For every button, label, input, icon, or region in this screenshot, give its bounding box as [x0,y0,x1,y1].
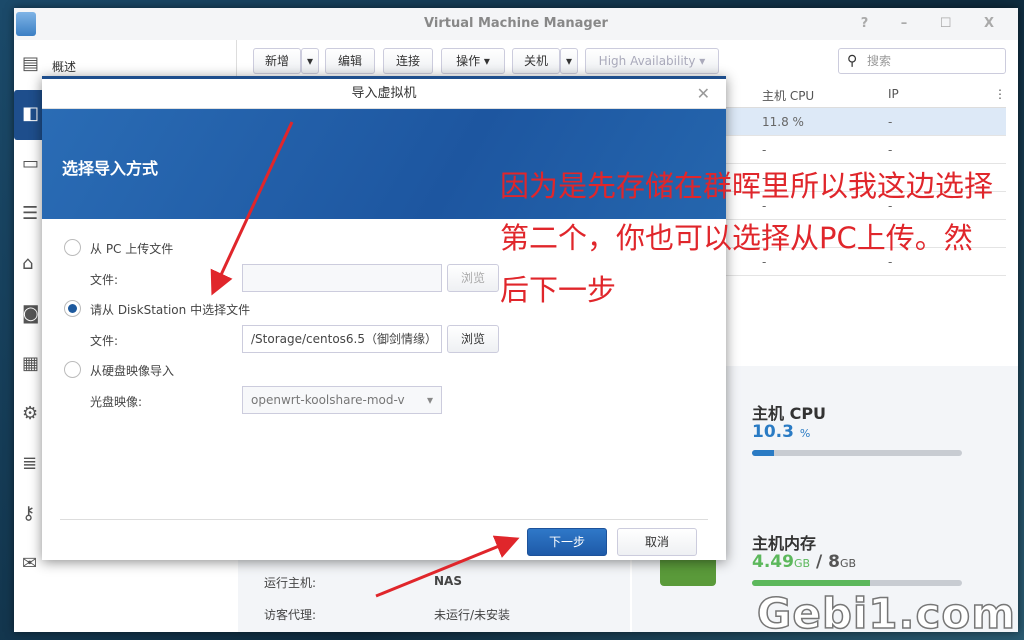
arrow-to-option [210,121,294,296]
watermark: Gebi1.com [756,588,1016,639]
annotation-text: 因为是先存储在群晖里所以我这边选择第二个，你也可以选择从PC上传。然后下一步 [500,169,994,307]
annotation-arrows [210,121,520,598]
arrow-to-next [375,535,520,598]
